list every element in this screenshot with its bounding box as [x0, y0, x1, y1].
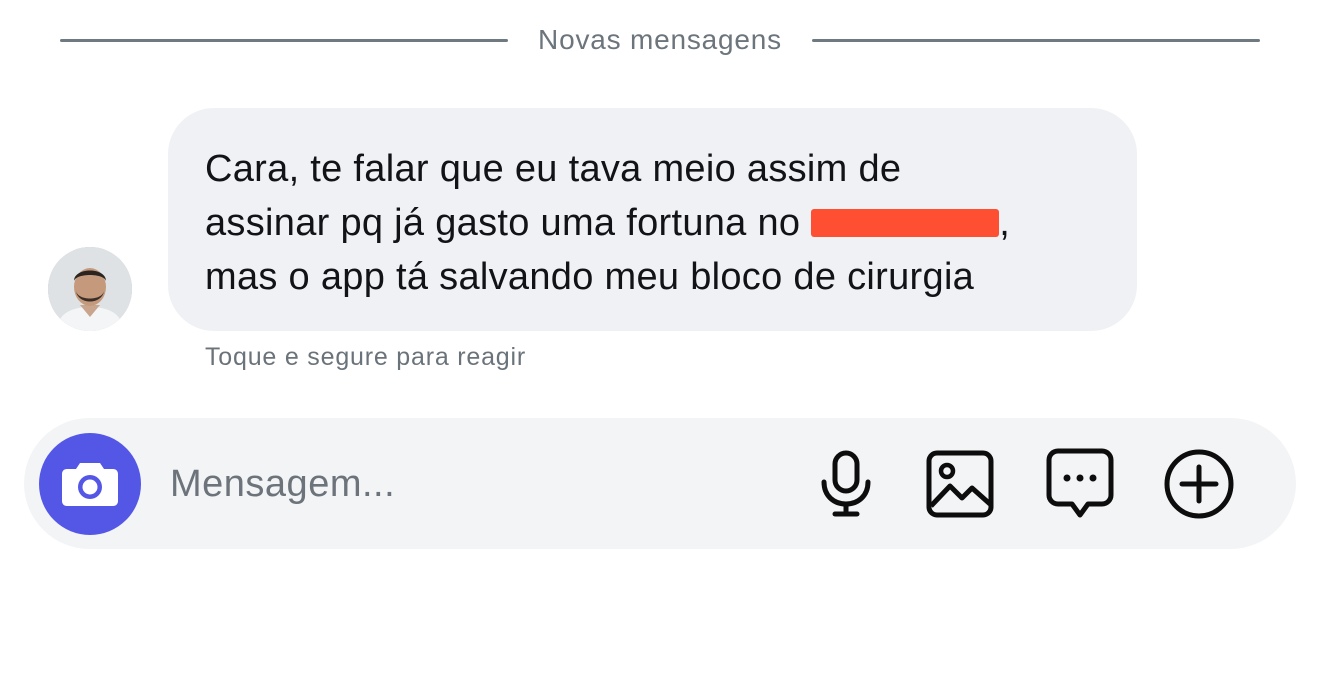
message-bubble[interactable]: Cara, te falar que eu tava meio assim de… — [168, 108, 1137, 331]
message-line-3: mas o app tá salvando meu bloco de cirur… — [205, 256, 975, 298]
microphone-icon — [821, 450, 871, 517]
divider-label: Novas mensagens — [538, 24, 782, 55]
message-line-2-end: , — [999, 202, 1011, 244]
chat-screen: Novas mensagens Cara, te falar que eu ta… — [0, 0, 1320, 676]
sticker-button[interactable] — [1044, 448, 1116, 520]
divider-line-right — [811, 38, 1260, 42]
avatar[interactable] — [48, 247, 132, 331]
redaction-bar — [811, 209, 1000, 237]
message-composer — [24, 418, 1296, 549]
plus-circle-icon — [1164, 449, 1234, 519]
camera-icon — [62, 463, 118, 506]
microphone-button[interactable] — [810, 448, 882, 520]
gallery-button[interactable] — [924, 448, 996, 520]
message-line-2-text: assinar pq já gasto uma fortuna no — [205, 202, 812, 244]
image-icon — [926, 450, 994, 518]
message-input[interactable] — [168, 450, 792, 518]
divider-line-left — [60, 38, 509, 42]
more-button[interactable] — [1163, 448, 1235, 520]
message-line-2: assinar pq já gasto uma fortuna no , — [205, 196, 1101, 250]
message-line-1: Cara, te falar que eu tava meio assim de — [205, 148, 902, 190]
person-avatar-icon — [48, 247, 132, 331]
react-hint: Toque e segure para reagir — [205, 343, 526, 371]
new-messages-divider: Novas mensagens — [60, 20, 1260, 60]
camera-button[interactable] — [39, 433, 141, 535]
chat-bubble-icon — [1046, 448, 1114, 518]
